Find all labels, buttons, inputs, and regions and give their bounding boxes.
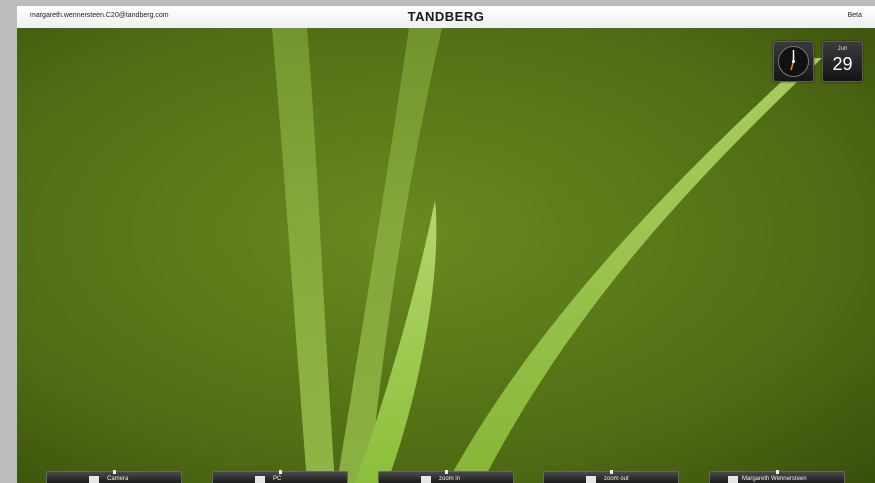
- calendar-day: 29: [832, 54, 853, 74]
- task-notch: [776, 470, 779, 474]
- wallpaper-grass: [17, 28, 875, 483]
- taskbar-item-call[interactable]: Margareth Wennersteen: [709, 470, 845, 483]
- taskbar-item-zoom-in[interactable]: zoom in: [378, 470, 514, 483]
- pc-icon: [255, 476, 265, 483]
- taskbar-item-camera[interactable]: Camera: [46, 470, 182, 483]
- clock-widget[interactable]: [773, 41, 814, 82]
- beta-label: Beta: [847, 12, 862, 19]
- task-label: Margareth Wennersteen: [742, 476, 807, 482]
- task-label: zoom in: [439, 476, 461, 482]
- zoom-in-icon: [421, 476, 431, 483]
- zoom-out-icon: [586, 476, 596, 483]
- outer-frame: margareth.wennersteen.C20@tandberg.com T…: [0, 0, 875, 483]
- taskbar: Camera PC zoom in zoom out Margareth Wen: [17, 470, 875, 483]
- taskbar-item-pc[interactable]: PC: [212, 470, 348, 483]
- task-label: Camera: [107, 476, 129, 482]
- task-label: zoom out: [604, 476, 629, 482]
- phone-icon: [728, 476, 738, 483]
- calendar-month: Jun: [837, 46, 848, 52]
- task-notch: [113, 470, 116, 474]
- calendar-widget[interactable]: Jun 29: [822, 41, 863, 82]
- taskbar-item-zoom-out[interactable]: zoom out: [543, 470, 679, 483]
- brand-logo: TANDBERG: [407, 9, 485, 24]
- desktop-screen: margareth.wennersteen.C20@tandberg.com T…: [17, 6, 875, 483]
- task-notch: [610, 470, 613, 474]
- task-notch: [279, 470, 282, 474]
- camera-icon: [89, 476, 99, 483]
- task-label: PC: [273, 476, 282, 482]
- analog-clock-icon: [778, 46, 809, 77]
- top-bar: margareth.wennersteen.C20@tandberg.com T…: [17, 6, 875, 29]
- task-notch: [445, 470, 448, 474]
